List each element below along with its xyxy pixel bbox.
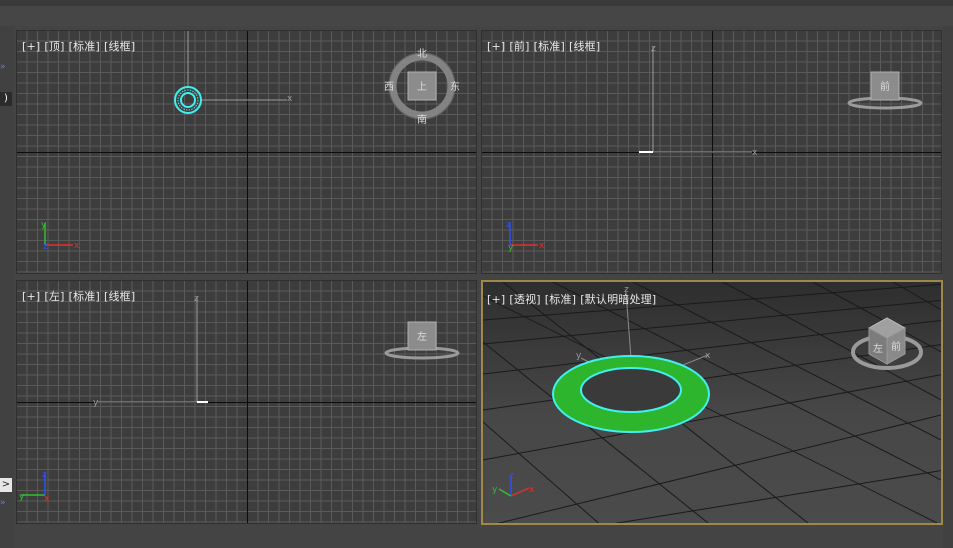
viewcube-perspective[interactable]: 左 前 <box>851 317 923 370</box>
viewcube-side-label: 左 <box>873 342 883 355</box>
axis-tripod-top: x y z <box>41 220 80 252</box>
svg-text:z: z <box>43 242 48 252</box>
top-viewport-graphics: x 上 北 南 东 西 x y z <box>41 31 460 252</box>
perspective-grid <box>483 282 941 523</box>
viewport-perspective[interactable]: z x y 左 前 x z y [+] [透视] [标准] [默认明暗处理] <box>481 280 943 525</box>
svg-text:z: z <box>42 470 47 480</box>
compass-east-label: 东 <box>450 80 460 93</box>
viewcube-top[interactable]: 上 北 南 东 西 <box>384 48 460 126</box>
svg-text:z: z <box>509 471 514 481</box>
viewport-shading-menu[interactable]: [默认明暗处理] <box>580 293 656 306</box>
torus-object-top[interactable] <box>174 86 202 114</box>
viewcube-face-label: 前 <box>880 80 890 93</box>
torus-object-perspective[interactable] <box>552 355 710 433</box>
svg-text:y: y <box>508 243 514 253</box>
gizmo-z-label: z <box>651 44 656 54</box>
axis-tripod-front: x z y <box>506 220 545 253</box>
gizmo-y-label: y <box>93 398 99 408</box>
compass-south-label: 南 <box>417 113 427 126</box>
svg-text:x: x <box>44 494 50 504</box>
gizmo-x-label: x <box>752 148 758 158</box>
viewport-front[interactable]: [+] [前] [标准] [线框] z x 前 x z y <box>481 30 942 274</box>
viewcube-face-label: 前 <box>891 340 901 353</box>
viewcube-left[interactable]: 左 <box>384 321 460 360</box>
svg-text:x: x <box>539 241 545 251</box>
viewport-perspective-label[interactable]: [+] [透视] [标准] [默认明暗处理] <box>487 291 660 307</box>
collapse-mark-bottom[interactable]: » <box>0 498 6 508</box>
svg-text:x: x <box>529 485 535 495</box>
perspective-viewport-graphics: z x y 左 前 x z y <box>483 282 941 523</box>
svg-text:z: z <box>506 220 511 230</box>
front-viewport-graphics: z x 前 x z y <box>506 44 923 253</box>
viewcube-face-label: 左 <box>417 330 427 343</box>
right-side-panel <box>943 26 953 548</box>
compass-west-label: 西 <box>384 82 394 93</box>
expand-panel-button[interactable]: > <box>0 478 12 492</box>
viewcube-face-label: 上 <box>417 81 427 93</box>
svg-text:y: y <box>492 485 498 495</box>
gizmo-x-label: x <box>705 351 711 361</box>
compass-north-label: 北 <box>417 48 427 60</box>
viewport-view-menu[interactable]: [透视] <box>509 293 540 306</box>
gizmo-y-label: y <box>576 351 582 361</box>
collapse-mark-top[interactable]: » <box>0 62 6 72</box>
viewcube-front[interactable]: 前 <box>847 71 923 110</box>
toolbar-separator <box>0 6 953 26</box>
viewport-standard-menu[interactable]: [标准] <box>545 293 576 306</box>
svg-text:x: x <box>74 241 80 251</box>
gizmo-x-label: x <box>287 94 293 104</box>
axis-tripod-left: y z x <box>19 470 50 504</box>
axis-tripod-perspective: x z y <box>492 471 535 497</box>
panel-toggle-button[interactable]: ) <box>0 92 12 106</box>
viewport-left[interactable]: [+] [左] [标准] [线框] z y 左 y z x <box>16 280 477 524</box>
left-viewport-graphics: z y 左 y z x <box>19 294 460 504</box>
svg-text:y: y <box>41 220 47 230</box>
gizmo-z-label: z <box>194 294 199 304</box>
viewport-top[interactable]: [+] [顶] [标准] [线框] x 上 北 南 东 西 x y z <box>16 30 477 274</box>
viewport-menu-plus[interactable]: [+] <box>487 293 505 306</box>
svg-text:y: y <box>19 492 25 502</box>
